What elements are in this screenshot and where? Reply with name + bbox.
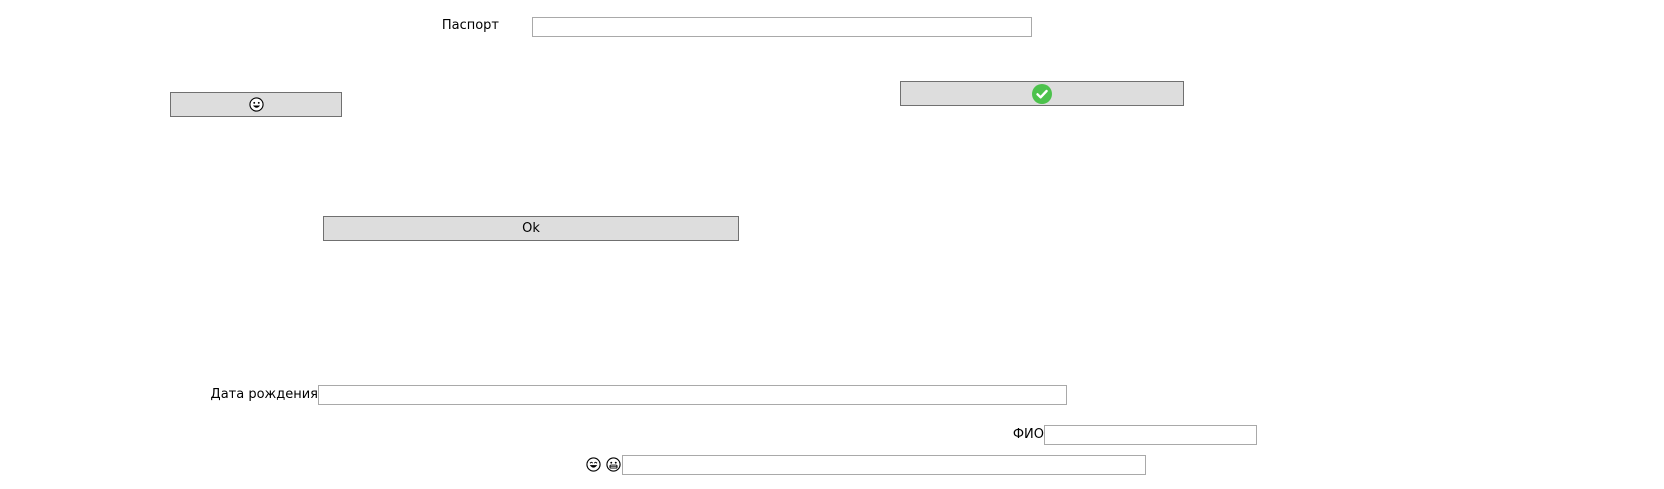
ok-button[interactable]: Ok <box>323 216 739 241</box>
passport-input[interactable] <box>532 17 1032 37</box>
birthdate-label: Дата рождения <box>210 387 318 402</box>
birthdate-input[interactable] <box>318 385 1067 405</box>
grinning-face-icon <box>248 97 264 112</box>
fio-input[interactable] <box>1044 425 1257 445</box>
confirm-button[interactable] <box>900 81 1184 106</box>
emoji-field-input[interactable] <box>622 455 1146 475</box>
check-circle-icon <box>1032 83 1052 104</box>
emoji-field-icons <box>586 457 621 472</box>
laughing-face-icon <box>586 457 601 472</box>
fio-label: ФИО <box>1012 427 1044 442</box>
passport-label: Паспорт <box>441 18 499 33</box>
smiley-button[interactable] <box>170 92 342 117</box>
grinning-face-icon <box>606 457 621 472</box>
